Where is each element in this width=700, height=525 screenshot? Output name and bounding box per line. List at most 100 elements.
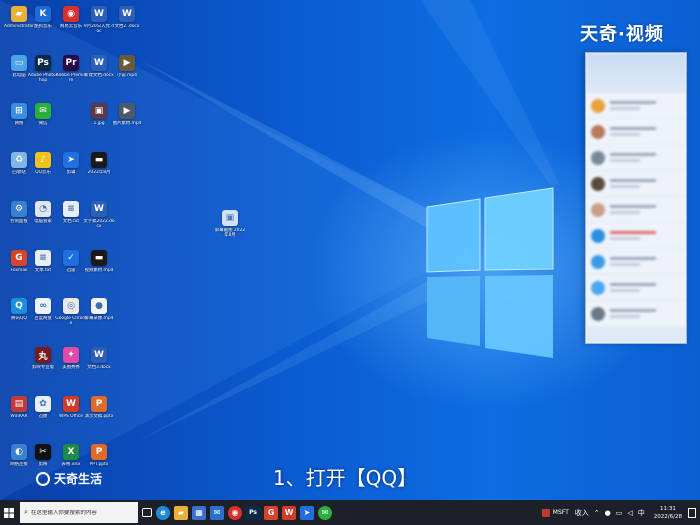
app-icon: Ps — [35, 55, 51, 71]
desktop-icon[interactable]: W 新建文档.docx — [84, 55, 114, 99]
app-icon: ▶ — [119, 55, 135, 71]
edge-icon[interactable]: e — [156, 505, 170, 520]
desktop-icon[interactable]: W 9月20日入党.doc — [84, 6, 114, 50]
desktop-icon[interactable]: ▣ 1.jpg — [84, 103, 114, 147]
app-icon: ▰ — [11, 6, 27, 22]
xunlei-icon[interactable]: ➤ — [300, 505, 314, 520]
qq-contact-row[interactable] — [586, 223, 686, 249]
ime-icon[interactable]: 中 — [638, 508, 645, 518]
desktop-icon[interactable]: K 酷狗音乐 — [28, 6, 58, 50]
qq-contact-row[interactable] — [586, 249, 686, 275]
app-icon: ✦ — [63, 347, 79, 363]
network-icon[interactable]: ▭ — [616, 509, 623, 517]
desktop-icon[interactable]: ◔ 电脑管家 — [28, 201, 58, 245]
qq-contact-row[interactable] — [586, 301, 686, 327]
wechat-taskbar-icon[interactable]: ✉ — [318, 505, 332, 520]
store-icon[interactable]: ▦ — [192, 505, 206, 520]
desktop-icon[interactable]: ≡ 文本.txt — [28, 250, 58, 294]
desktop-icon[interactable]: Ps Adobe Photoshop — [28, 55, 58, 99]
qq-contact-row[interactable] — [586, 119, 686, 145]
app-icon: P — [91, 444, 107, 460]
avatar — [591, 254, 605, 269]
mail-icon[interactable]: ✉ — [210, 505, 224, 520]
desktop-icon[interactable]: Pr Adobe Premiere — [56, 55, 86, 99]
desktop-icon-label: 图片素材.mp4 — [112, 121, 142, 126]
app-icon: W — [91, 347, 107, 363]
desktop-icon-label: 文档2 .docx — [114, 24, 140, 29]
desktop-icon[interactable]: ♪ QQ音乐 — [28, 152, 58, 196]
desktop-icon-label: 2022年8月 — [87, 170, 111, 175]
desktop-icon[interactable]: W WPS Office — [56, 396, 86, 440]
start-button[interactable] — [0, 500, 18, 525]
desktop-icon[interactable]: ● 屏幕录像.mp4 — [84, 298, 114, 342]
chevron-up-icon[interactable]: ⌃ — [594, 509, 600, 517]
desktop-icon-screenshot-file[interactable]: ▣ 屏幕截图 2022年8月 — [215, 210, 245, 254]
foxmail-icon[interactable]: G — [264, 505, 278, 520]
desktop-icon[interactable]: ▬ 视频素材.mp4 — [84, 250, 114, 294]
desktop-icon[interactable]: ◉ 网易云音乐 — [56, 6, 86, 50]
desktop-icon[interactable]: ➤ 剪辑 — [56, 152, 86, 196]
notification-icon[interactable] — [688, 507, 696, 518]
stock-badge-icon — [541, 508, 550, 517]
app-icon: ✂ — [35, 444, 51, 460]
desktop-icon[interactable]: ▶ 图片素材.mp4 — [112, 103, 142, 147]
qq-main-panel[interactable] — [585, 52, 687, 344]
app-icon: ▤ — [11, 396, 27, 412]
app-icon: ♻ — [11, 152, 27, 168]
desktop-icon[interactable]: ✓ 迅雷 — [56, 250, 86, 294]
avatar — [591, 306, 605, 321]
app-icon: Pr — [63, 55, 79, 71]
desktop-icon[interactable]: ▬ 2022年8月 — [84, 152, 114, 196]
desktop-icon-label: 屏幕录像.mp4 — [84, 316, 114, 321]
app-icon: ⚙ — [11, 201, 27, 217]
desktop-icon-grid: ▰ Administrator K 酷狗音乐 ◉ 网易云音乐 W 9月20日入党.doc W 文档… — [0, 0, 142, 500]
stock-widget[interactable]: MSFT — [541, 508, 569, 517]
windows-start-icon — [4, 507, 14, 518]
app-icon: W — [91, 55, 107, 71]
search-input[interactable] — [30, 509, 138, 516]
qq-contact-row[interactable] — [586, 275, 686, 301]
desktop-icon[interactable]: ▶ 小说.mp4 — [112, 55, 142, 99]
qq-contact-row[interactable] — [586, 171, 686, 197]
desktop-icon[interactable]: P 演示文稿.pptx — [84, 396, 114, 440]
app-icon: W — [119, 6, 135, 22]
tray-text[interactable]: 收入 — [575, 508, 589, 518]
desktop-icon-label: 演示文稿.pptx — [84, 414, 114, 419]
avatar — [591, 176, 605, 191]
taskbar: ⌕ e ▰ ▦ ✉ ◉ Ps G W ➤ ✉ MSFT 收入 ⌃ ● ▭ ◁ 中… — [0, 500, 700, 525]
app-icon: ◎ — [63, 298, 79, 314]
avatar — [591, 150, 605, 165]
qq-contact-row[interactable] — [586, 145, 686, 171]
app-icon: ● — [91, 298, 107, 314]
netease-music-icon[interactable]: ◉ — [228, 505, 242, 520]
desktop-icon[interactable]: W 文档3.docx — [84, 347, 114, 391]
desktop-icon[interactable]: ✉ 微信 — [28, 103, 58, 147]
app-icon: P — [91, 396, 107, 412]
app-icon: K — [35, 6, 51, 22]
desktop-icon[interactable]: ✿ 迅捷 — [28, 396, 58, 440]
desktop-icon[interactable]: ≡ 文档.txt — [56, 201, 86, 245]
video-subtitle: 1、打开【QQ】 — [272, 466, 418, 490]
desktop-icon[interactable]: ✦ 美图秀秀 — [56, 347, 86, 391]
clock-time: 11:31 — [659, 505, 676, 512]
app-icon: ✉ — [35, 103, 51, 119]
desktop-icon[interactable]: 丸剪映专业版 — [28, 347, 58, 391]
taskbar-search[interactable]: ⌕ — [20, 502, 138, 523]
app-icon: ◐ — [11, 444, 27, 460]
app-icon: X — [63, 444, 79, 460]
wps-icon[interactable]: W — [282, 505, 296, 520]
desktop-icon[interactable]: W 文字稿2022.docx — [83, 201, 115, 245]
desktop-icon[interactable]: ◎ Google Chrome — [55, 298, 87, 342]
qq-contact-row[interactable] — [586, 93, 686, 119]
task-view-icon[interactable] — [142, 508, 152, 517]
file-explorer-icon[interactable]: ▰ — [174, 505, 188, 520]
desktop-icon[interactable]: ∞ 百度网盘 — [28, 298, 58, 342]
photoshop-icon[interactable]: Ps — [246, 505, 260, 520]
desktop-icon-label: 视频素材.mp4 — [84, 268, 114, 273]
tray-app-icon[interactable]: ● — [605, 509, 611, 517]
clock[interactable]: 11:31 2022/6/28 — [654, 505, 682, 521]
qq-contact-row[interactable] — [586, 197, 686, 223]
volume-icon[interactable]: ◁ — [627, 509, 632, 517]
app-icon: 丸 — [35, 347, 51, 363]
desktop-icon[interactable]: W 文档2 .docx — [112, 6, 142, 50]
